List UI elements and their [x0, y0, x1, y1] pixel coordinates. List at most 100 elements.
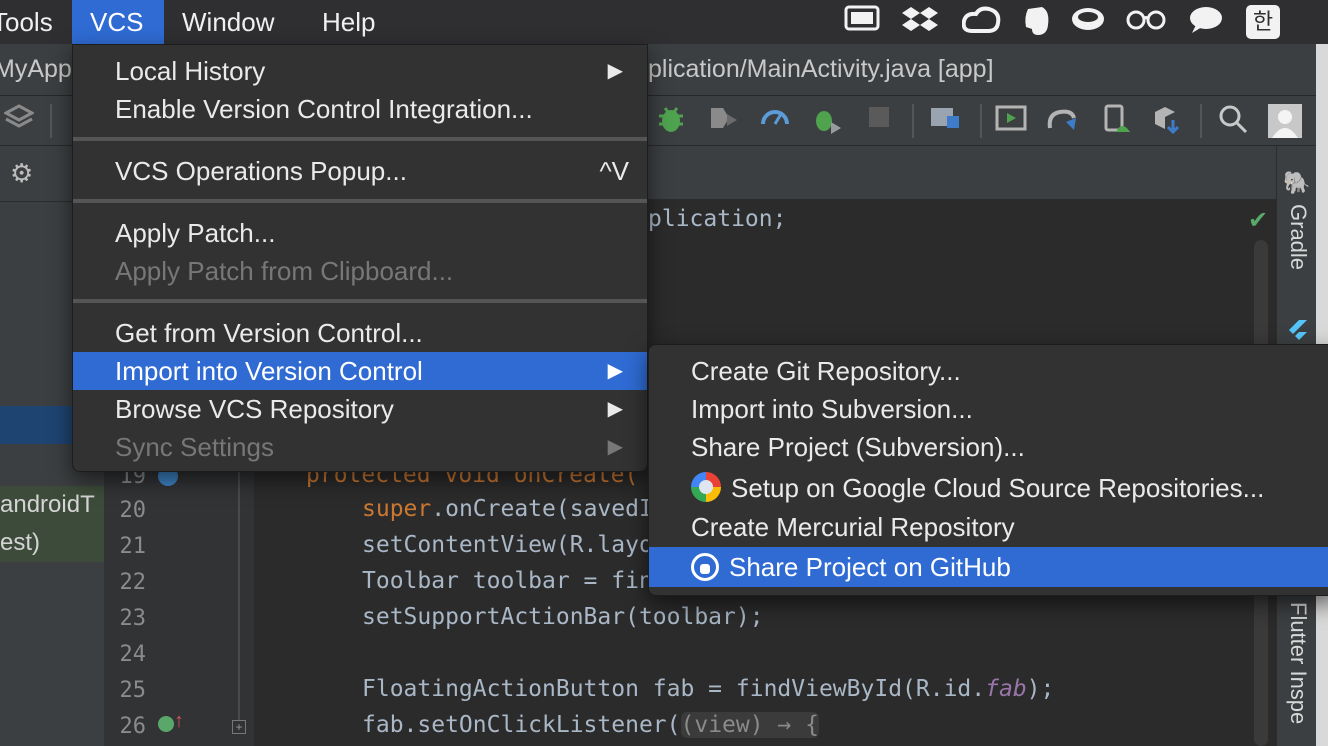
gear-icon[interactable]: ⚙: [10, 158, 33, 189]
evernote-icon[interactable]: [1020, 5, 1054, 39]
toolbar-separator: [50, 104, 52, 138]
stop-icon[interactable]: [862, 104, 896, 138]
code-line-26: fab.setOnClickListener((view) → {: [362, 712, 819, 738]
menu-item-label: Apply Patch from Clipboard...: [115, 256, 454, 286]
up-arrow-icon: ↑: [174, 710, 184, 732]
korean-input-icon[interactable]: 한: [1246, 5, 1280, 39]
search-icon[interactable]: [1216, 104, 1250, 138]
dropbox-icon[interactable]: [900, 5, 940, 39]
gradle-elephant-icon: 🐘: [1283, 170, 1311, 195]
avd-manager-icon[interactable]: [1100, 104, 1134, 138]
vcs-menu: Local History ▶ Enable Version Control I…: [72, 44, 648, 472]
menu-separator: [73, 137, 647, 141]
sdk-manager-icon[interactable]: [1150, 104, 1184, 138]
code-line-21: setContentView(R.layo: [362, 532, 653, 558]
menu-item-sync-settings: Sync Settings ▶: [73, 428, 647, 466]
menu-item-import-into-vcs[interactable]: Import into Version Control ▶: [73, 352, 647, 390]
menu-item-label: Enable Version Control Integration...: [115, 94, 533, 124]
github-icon: [691, 553, 719, 581]
import-into-vcs-submenu: Create Git Repository... Import into Sub…: [648, 344, 1328, 596]
run-window-icon[interactable]: [994, 104, 1028, 138]
apply-changes-bug-icon[interactable]: [810, 104, 844, 138]
menu-item-label: Share Project on GitHub: [729, 552, 1011, 582]
line-number: 23: [119, 606, 147, 631]
project-tree-row[interactable]: androidT: [0, 486, 104, 524]
submenu-item-google-cloud-source[interactable]: Setup on Google Cloud Source Repositorie…: [649, 468, 1328, 508]
line-number: 24: [119, 642, 147, 667]
code-line-20: super.onCreate(savedI: [362, 496, 653, 522]
debug-bug-icon[interactable]: [654, 104, 688, 138]
menu-item-label: Setup on Google Cloud Source Repositorie…: [731, 473, 1265, 503]
menu-item-local-history[interactable]: Local History ▶: [73, 52, 647, 90]
menu-item-label: Sync Settings: [115, 432, 274, 462]
project-tree-row[interactable]: est): [0, 524, 104, 562]
menu-item-label: Apply Patch...: [115, 218, 276, 248]
menu-item-label: Browse VCS Repository: [115, 394, 394, 424]
menubar-window[interactable]: Window: [164, 0, 292, 44]
submenu-arrow-icon: ▶: [607, 360, 623, 382]
user-avatar-icon[interactable]: [1268, 104, 1302, 138]
submenu-item-share-project-subversion[interactable]: Share Project (Subversion)...: [649, 428, 1328, 466]
profiler-gauge-icon[interactable]: [758, 104, 792, 138]
fold-guide: [238, 470, 240, 720]
submenu-arrow-icon: ▶: [607, 398, 623, 420]
window-title-left: MyApp: [0, 55, 72, 83]
implement-marker-icon[interactable]: [158, 716, 174, 732]
menu-separator: [73, 199, 647, 203]
line-number: 21: [119, 534, 147, 559]
menu-item-label: Import into Version Control: [115, 356, 423, 386]
layers-icon[interactable]: [2, 104, 36, 138]
google-cloud-icon: [691, 472, 721, 502]
line-number: 22: [119, 570, 147, 595]
code-line-22: Toolbar toolbar = fin: [362, 568, 653, 594]
submenu-arrow-icon: ▶: [607, 436, 623, 458]
toolbar-separator: [980, 104, 982, 138]
menu-item-shortcut: ^V: [599, 156, 629, 186]
gradle-tool-window-tab[interactable]: Gradle: [1285, 204, 1311, 270]
menu-item-label: Local History: [115, 56, 266, 86]
menu-separator: [73, 299, 647, 303]
creative-cloud-icon[interactable]: [961, 5, 1002, 39]
menu-item-vcs-operations-popup[interactable]: VCS Operations Popup... ^V: [73, 152, 647, 190]
fold-expand-icon[interactable]: +: [232, 720, 246, 734]
window-title-right: plication/MainActivity.java [app]: [648, 55, 994, 83]
gradle-sync-icon[interactable]: [1046, 104, 1080, 138]
menu-item-enable-vcs-integration[interactable]: Enable Version Control Integration...: [73, 90, 647, 128]
attach-debugger-icon[interactable]: [706, 104, 740, 138]
project-structure-icon[interactable]: [928, 104, 962, 138]
package-declaration: plication;: [648, 206, 787, 232]
glasses-icon[interactable]: [1124, 5, 1168, 39]
menu-item-label: VCS Operations Popup...: [115, 156, 407, 186]
line-number: 26: [119, 714, 147, 739]
macos-menu-bar: Tools VCS Window Help 한: [0, 0, 1328, 44]
submenu-item-share-on-github[interactable]: Share Project on GitHub: [649, 547, 1328, 587]
menu-item-label: Create Mercurial Repository: [691, 512, 1015, 542]
menu-item-label: Get from Version Control...: [115, 318, 423, 348]
menubar-tools[interactable]: Tools: [0, 0, 71, 44]
submenu-item-import-into-subversion[interactable]: Import into Subversion...: [649, 390, 1328, 428]
menu-item-get-from-vcs[interactable]: Get from Version Control...: [73, 314, 647, 352]
menu-item-apply-patch[interactable]: Apply Patch...: [73, 214, 647, 252]
code-line-25: FloatingActionButton fab = findViewById(…: [362, 676, 1055, 702]
submenu-item-create-git-repository[interactable]: Create Git Repository...: [649, 352, 1328, 390]
menu-item-apply-patch-clipboard: Apply Patch from Clipboard...: [73, 252, 647, 290]
menu-item-label: Share Project (Subversion)...: [691, 432, 1025, 462]
chat-bubble-icon[interactable]: [1186, 5, 1226, 39]
check-icon: ✔: [1248, 207, 1269, 234]
coffee-icon[interactable]: [1068, 5, 1108, 39]
toolbar-separator: [912, 104, 914, 138]
code-line-23: setSupportActionBar(toolbar);: [362, 604, 764, 630]
submenu-item-create-mercurial-repository[interactable]: Create Mercurial Repository: [649, 508, 1328, 546]
line-number: 25: [119, 678, 147, 703]
display-icon[interactable]: [842, 5, 882, 39]
menubar-help[interactable]: Help: [304, 0, 393, 44]
menubar-vcs[interactable]: VCS: [72, 0, 164, 44]
menu-item-browse-vcs-repository[interactable]: Browse VCS Repository ▶: [73, 390, 647, 428]
menu-item-label: Create Git Repository...: [691, 356, 961, 386]
toolbar-separator: [1200, 104, 1202, 138]
submenu-arrow-icon: ▶: [607, 60, 623, 82]
menu-item-label: Import into Subversion...: [691, 394, 973, 424]
parameter-hint: (view) → {: [680, 712, 819, 738]
flutter-inspector-tab[interactable]: Flutter Inspe: [1285, 602, 1311, 724]
line-number: 20: [119, 498, 147, 523]
